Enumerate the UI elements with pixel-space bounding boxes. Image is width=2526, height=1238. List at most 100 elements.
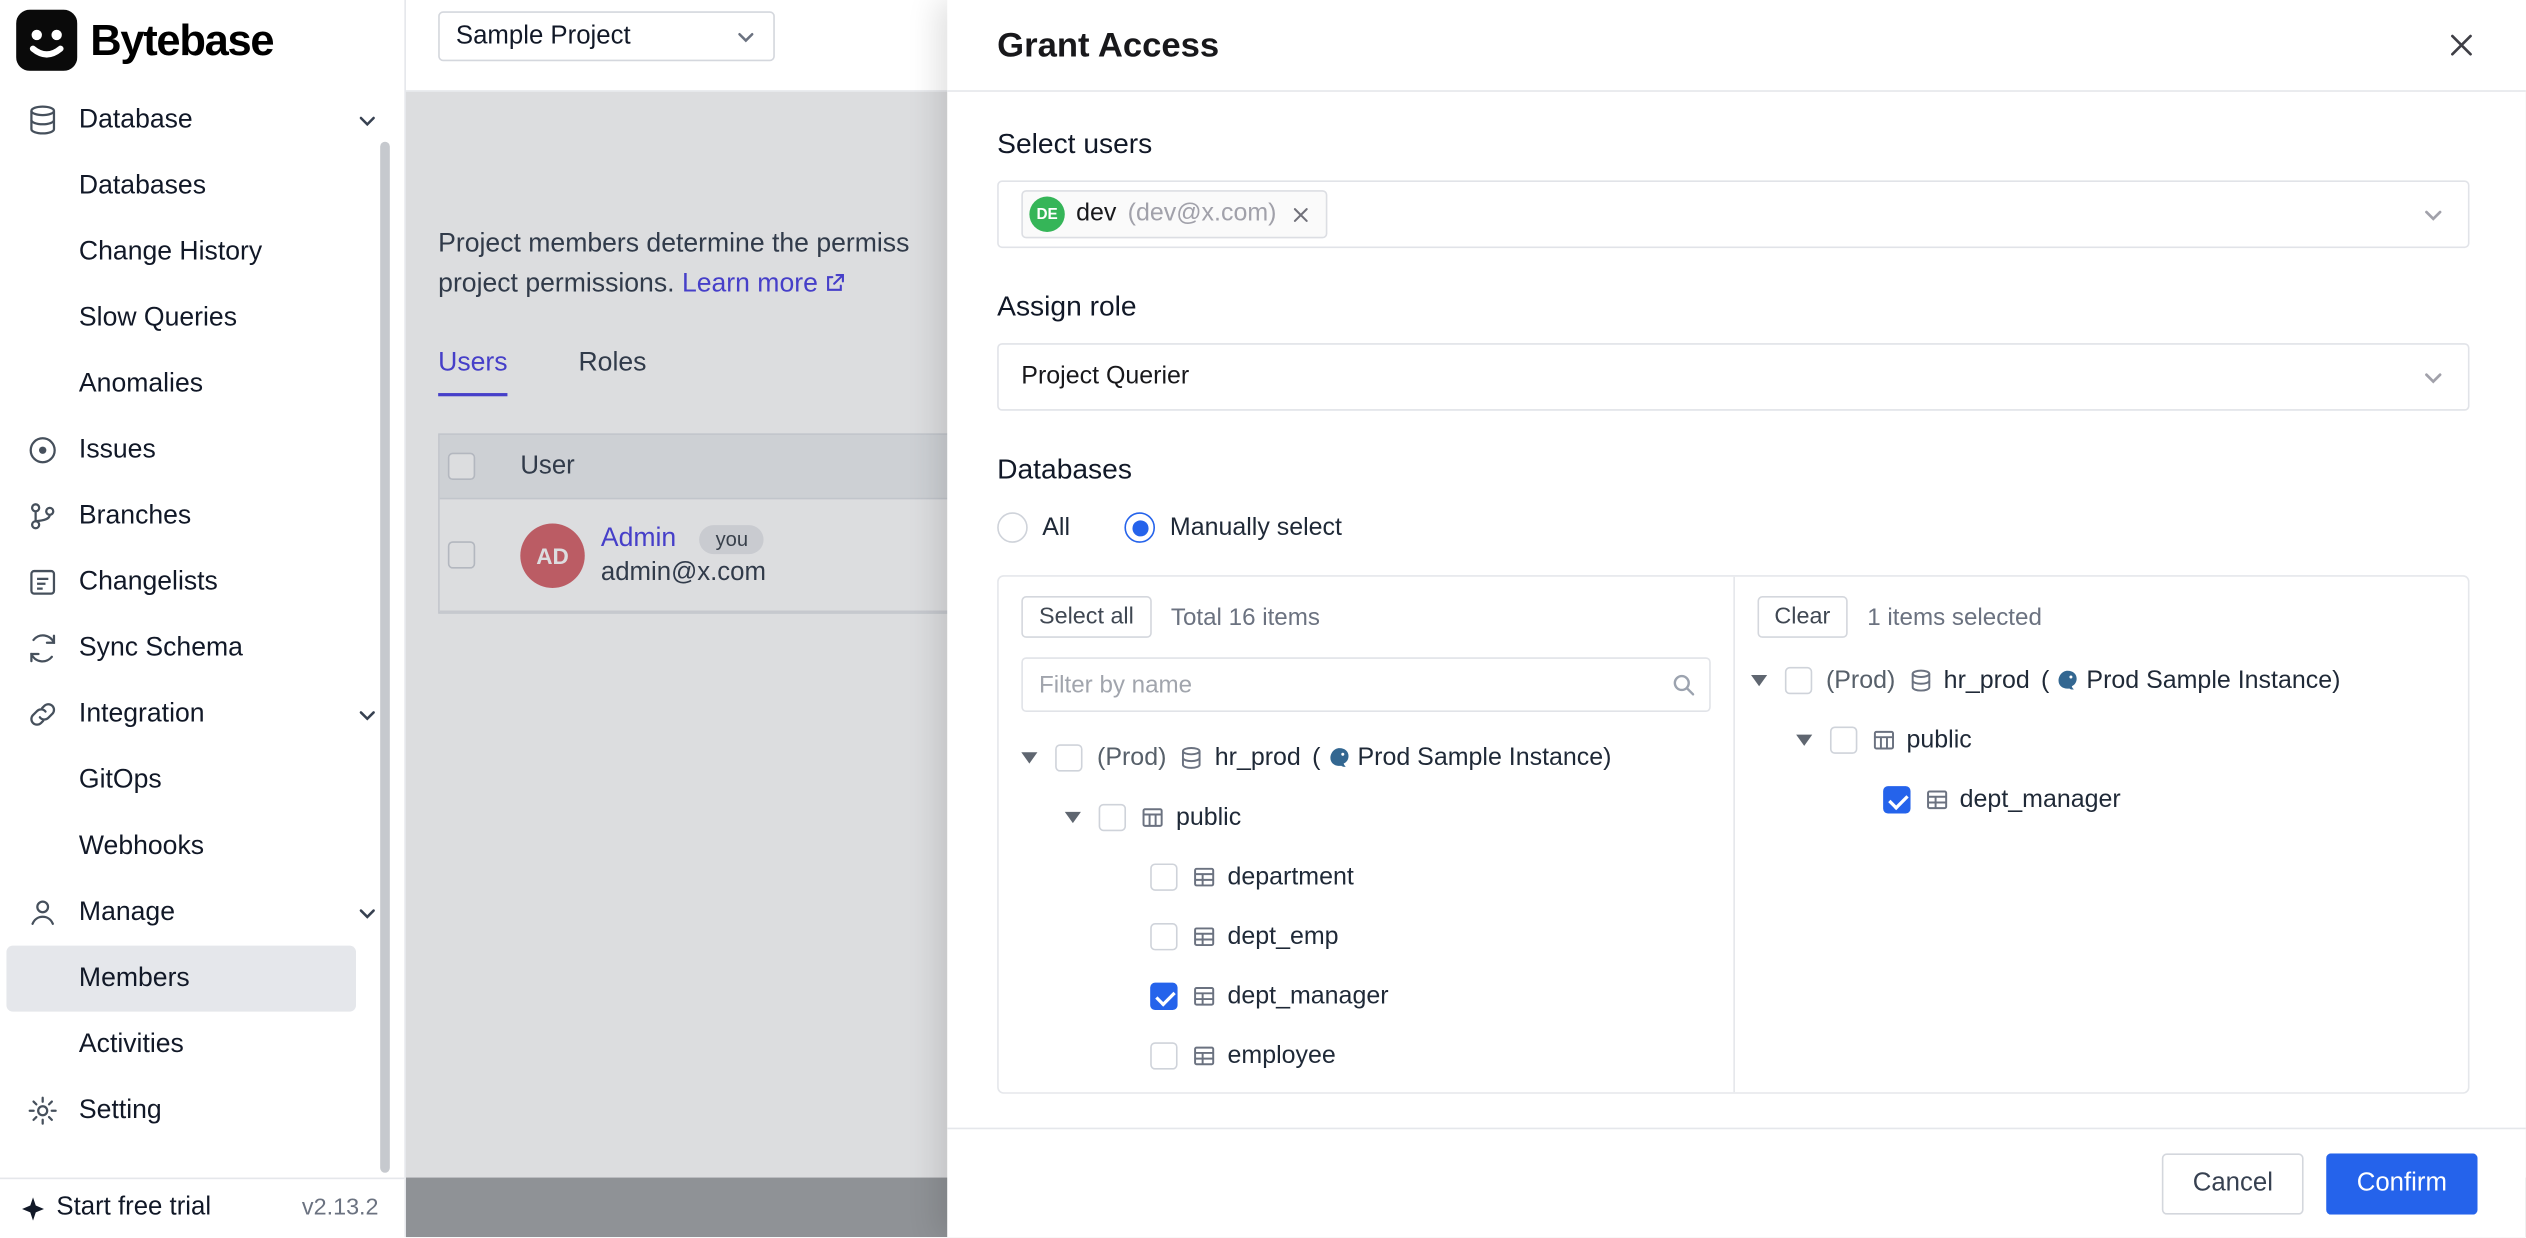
- gear-icon: [26, 1094, 60, 1128]
- database-icon: [26, 103, 60, 137]
- remove-chip-icon[interactable]: [1291, 204, 1312, 225]
- schema-checkbox[interactable]: [1099, 804, 1126, 831]
- select-users-input[interactable]: DE dev (dev@x.com): [997, 180, 2469, 248]
- instance-label: ( Prod Sample Instance): [1312, 743, 1611, 772]
- tree-node-table[interactable]: dept_manager: [999, 967, 1733, 1027]
- sidebar-item-changelists[interactable]: Changelists: [0, 549, 404, 615]
- database-scope-radios: All Manually select: [997, 512, 2469, 543]
- select-users-label: Select users: [997, 127, 2469, 161]
- target-panel-header: Clear 1 items selected: [1734, 577, 2468, 651]
- table-checkbox[interactable]: [1150, 1042, 1177, 1069]
- radio-manually-select[interactable]: Manually select: [1125, 512, 1342, 543]
- table-checkbox[interactable]: [1150, 863, 1177, 890]
- collapse-caret-icon[interactable]: [1021, 752, 1037, 763]
- sidebar-item-change-history[interactable]: Change History: [0, 219, 404, 285]
- branch-icon: [26, 499, 60, 533]
- sidebar-item-label: Branches: [79, 501, 191, 532]
- radio-circle[interactable]: [997, 512, 1028, 543]
- filter-field: [1021, 657, 1710, 712]
- tree-node-schema[interactable]: public: [999, 788, 1733, 848]
- assign-role-select[interactable]: Project Querier: [997, 343, 2469, 411]
- tree-node-schema[interactable]: public: [1734, 710, 2468, 770]
- tree-node-table[interactable]: department: [999, 847, 1733, 907]
- sidebar-item-issues[interactable]: Issues: [0, 417, 404, 483]
- sidebar-item-slow-queries[interactable]: Slow Queries: [0, 285, 404, 351]
- confirm-button[interactable]: Confirm: [2326, 1153, 2477, 1214]
- postgres-engine-icon: [1327, 746, 1351, 770]
- sidebar-item-sync-schema[interactable]: Sync Schema: [0, 615, 404, 681]
- start-free-trial-link[interactable]: Start free trial: [19, 1194, 211, 1223]
- paren: (: [1312, 743, 1320, 772]
- table-name: dept_emp: [1228, 922, 1339, 951]
- schema-name: public: [1907, 726, 1972, 755]
- app-root: Bytebase Database Databases Change Histo…: [0, 0, 2526, 1237]
- sidebar-item-integration[interactable]: Integration: [0, 681, 404, 747]
- schema-checkbox[interactable]: [1829, 727, 1856, 754]
- sidebar-item-label: Slow Queries: [79, 303, 237, 334]
- environment-label: (Prod): [1097, 743, 1166, 772]
- sidebar-item-label: Setting: [79, 1095, 162, 1126]
- chip-user-name: dev: [1076, 200, 1116, 229]
- table-checkbox[interactable]: [1882, 786, 1909, 813]
- chevron-down-icon: [2421, 202, 2445, 226]
- manage-icon: [26, 896, 60, 930]
- close-icon[interactable]: [2447, 31, 2476, 60]
- tree-node-database[interactable]: (Prod) hr_prod ( Prod Sample Instance): [1734, 651, 2468, 711]
- table-checkbox[interactable]: [1150, 983, 1177, 1010]
- sidebar-footer: Start free trial v2.13.2: [0, 1178, 404, 1238]
- postgres-engine-icon: [2056, 669, 2080, 693]
- table-icon: [1192, 925, 1216, 949]
- drawer-body: Select users DE dev (dev@x.com) Assign r…: [947, 92, 2526, 1128]
- sidebar-item-label: GitOps: [79, 765, 162, 796]
- chevron-down-icon: [2421, 365, 2445, 389]
- sidebar-item-members[interactable]: Members: [6, 946, 356, 1012]
- select-all-button[interactable]: Select all: [1021, 596, 1151, 638]
- sidebar-item-activities[interactable]: Activities: [0, 1012, 404, 1078]
- tree-node-table[interactable]: dept_emp: [999, 907, 1733, 967]
- user-chip[interactable]: DE dev (dev@x.com): [1021, 190, 1328, 238]
- sync-icon: [26, 631, 60, 665]
- table-name: department: [1228, 863, 1354, 892]
- table-name: employee: [1228, 1041, 1336, 1070]
- sidebar-item-database[interactable]: Database: [0, 87, 404, 153]
- database-name: hr_prod: [1215, 743, 1301, 772]
- tree-node-table[interactable]: employee: [999, 1026, 1733, 1086]
- brand-home-link[interactable]: Bytebase: [0, 0, 404, 81]
- filter-input[interactable]: [1021, 657, 1710, 712]
- sidebar-item-webhooks[interactable]: Webhooks: [0, 814, 404, 880]
- chevron-down-icon: [735, 25, 758, 48]
- sidebar-item-databases[interactable]: Databases: [0, 153, 404, 219]
- sidebar-item-label: Anomalies: [79, 369, 203, 400]
- sparkle-icon: [19, 1194, 46, 1221]
- chevron-down-icon: [356, 109, 379, 132]
- cancel-button[interactable]: Cancel: [2162, 1153, 2303, 1214]
- chip-user-email: (dev@x.com): [1128, 200, 1277, 229]
- database-name: hr_prod: [1944, 666, 2030, 695]
- chevron-down-icon: [356, 703, 379, 726]
- collapse-caret-icon[interactable]: [1065, 812, 1081, 823]
- clear-button[interactable]: Clear: [1757, 596, 1848, 638]
- sidebar-item-manage[interactable]: Manage: [0, 880, 404, 946]
- collapse-caret-icon[interactable]: [1750, 675, 1766, 686]
- sidebar-scrollbar[interactable]: [380, 142, 390, 1173]
- radio-all[interactable]: All: [997, 512, 1070, 543]
- sidebar-item-branches[interactable]: Branches: [0, 483, 404, 549]
- database-checkbox[interactable]: [1784, 667, 1811, 694]
- project-selector[interactable]: Sample Project: [438, 11, 775, 61]
- tree-node-table[interactable]: dept_manager: [1734, 770, 2468, 830]
- sidebar-item-setting[interactable]: Setting: [0, 1078, 404, 1144]
- table-name: dept_manager: [1960, 785, 2121, 814]
- database-checkbox[interactable]: [1055, 744, 1082, 771]
- sidebar-item-gitops[interactable]: GitOps: [0, 747, 404, 813]
- table-checkbox[interactable]: [1150, 923, 1177, 950]
- collapse-caret-icon[interactable]: [1795, 735, 1811, 746]
- sidebar-item-label: Changelists: [79, 567, 218, 598]
- assign-role-value: Project Querier: [1021, 362, 1189, 391]
- chevron-down-icon: [356, 901, 379, 924]
- tree-node-database[interactable]: (Prod) hr_prod ( Prod Sample Instance): [999, 728, 1733, 788]
- sidebar-item-label: Activities: [79, 1029, 184, 1060]
- issues-icon: [26, 433, 60, 467]
- sidebar-item-label: Integration: [79, 699, 205, 730]
- radio-circle[interactable]: [1125, 512, 1156, 543]
- sidebar-item-anomalies[interactable]: Anomalies: [0, 351, 404, 417]
